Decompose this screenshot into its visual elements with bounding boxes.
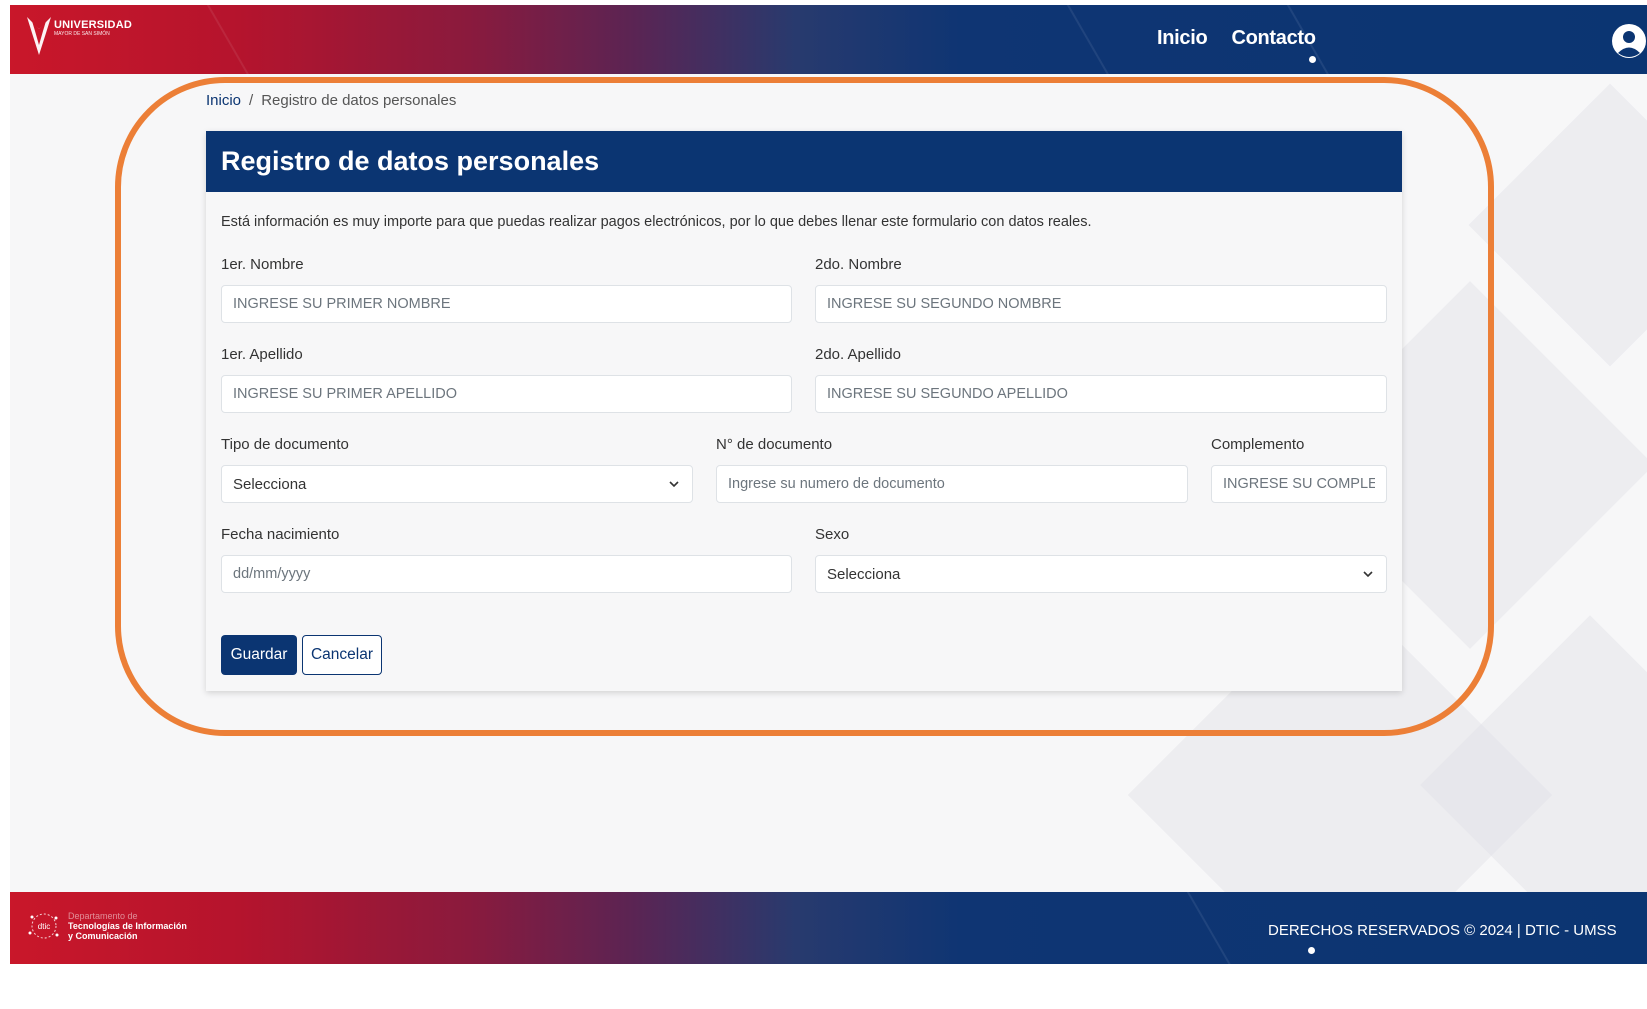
nav-item-contacto[interactable]: Contacto: [1231, 27, 1316, 50]
chevron-down-icon: [669, 481, 679, 488]
user-account-icon[interactable]: [1611, 23, 1647, 63]
copyright-text: DERECHOS RESERVADOS © 2024 | DTIC - UMSS: [1268, 922, 1617, 939]
second-name-input[interactable]: [815, 285, 1387, 323]
breadcrumb: Inicio / Registro de datos personales: [206, 92, 456, 109]
decorative-dot: [1309, 56, 1316, 63]
footer-dept-line1: Departamento de: [68, 911, 138, 921]
breadcrumb-home[interactable]: Inicio: [206, 92, 241, 109]
dtic-network-icon: dtic: [28, 913, 59, 939]
decorative-dot: [1308, 947, 1315, 954]
breadcrumb-separator: /: [249, 92, 254, 109]
doc-type-select[interactable]: Selecciona: [221, 465, 693, 503]
page-background: UNIVERSIDAD MAYOR DE SAN SIMÓN Inicio Co…: [10, 5, 1647, 1009]
university-logo[interactable]: UNIVERSIDAD MAYOR DE SAN SIMÓN: [26, 15, 132, 65]
cancel-button[interactable]: Cancelar: [302, 635, 382, 675]
dtic-badge-text: dtic: [38, 922, 50, 931]
complement-label: Complemento: [1211, 436, 1305, 453]
form-body: Está información es muy importe para que…: [206, 192, 1402, 691]
first-name-label: 1er. Nombre: [221, 256, 304, 273]
card-title: Registro de datos personales: [206, 131, 1402, 192]
top-navbar: UNIVERSIDAD MAYOR DE SAN SIMÓN Inicio Co…: [10, 5, 1647, 74]
brand-name: UNIVERSIDAD: [54, 19, 132, 31]
second-name-label: 2do. Nombre: [815, 256, 902, 273]
breadcrumb-current: Registro de datos personales: [261, 92, 457, 109]
first-surname-input[interactable]: [221, 375, 792, 413]
footer-dept-line2: Tecnologías de Información: [68, 921, 187, 931]
first-surname-label: 1er. Apellido: [221, 346, 303, 363]
doc-number-label: N° de documento: [716, 436, 833, 453]
form-intro: Está información es muy importe para que…: [221, 214, 1092, 230]
second-surname-label: 2do. Apellido: [815, 346, 901, 363]
brand-subtitle: MAYOR DE SAN SIMÓN: [54, 31, 110, 37]
save-button[interactable]: Guardar: [221, 635, 297, 675]
nav-item-inicio[interactable]: Inicio: [1157, 27, 1208, 50]
main-nav: Inicio Contacto: [1157, 27, 1316, 50]
sex-value: Selecciona: [827, 565, 901, 583]
doc-type-value: Selecciona: [233, 475, 307, 493]
complement-input[interactable]: [1211, 465, 1387, 503]
chevron-down-icon: [1363, 571, 1373, 578]
first-name-input[interactable]: [221, 285, 792, 323]
registration-card: Registro de datos personales Está inform…: [206, 131, 1402, 691]
sex-label: Sexo: [815, 526, 850, 543]
birth-date-input[interactable]: [221, 555, 792, 593]
sex-select[interactable]: Selecciona: [815, 555, 1387, 593]
birth-date-label: Fecha nacimiento: [221, 526, 340, 543]
dtic-logo: dtic Departamento de Tecnologías de Info…: [24, 909, 187, 943]
doc-type-label: Tipo de documento: [221, 436, 349, 453]
footer: dtic Departamento de Tecnologías de Info…: [10, 892, 1647, 964]
footer-dept-line3: y Comunicación: [68, 931, 138, 941]
doc-number-input[interactable]: [716, 465, 1188, 503]
university-shield-icon: [26, 15, 52, 59]
second-surname-input[interactable]: [815, 375, 1387, 413]
bottom-strip: [10, 964, 1647, 1009]
